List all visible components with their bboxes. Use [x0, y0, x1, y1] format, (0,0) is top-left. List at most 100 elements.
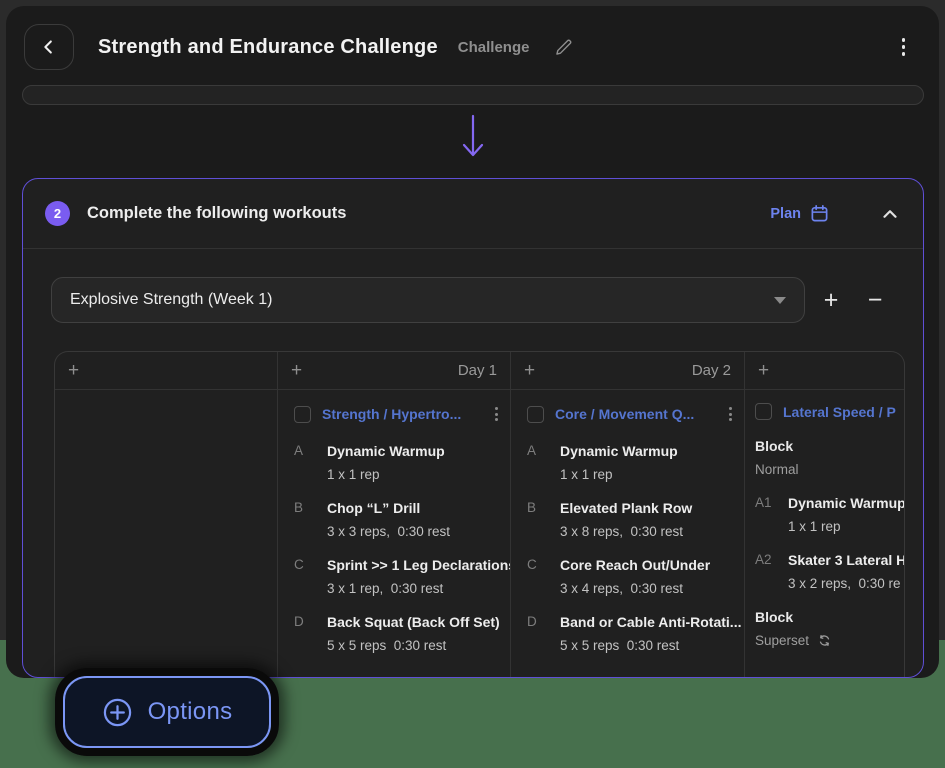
day-label: Day 2 [692, 362, 731, 379]
week-select-value: Explosive Strength (Week 1) [70, 291, 272, 309]
exercise-name: Sprint >> 1 Leg Declarations [327, 557, 510, 573]
add-week-button[interactable]: + [809, 288, 853, 313]
exercise-item[interactable]: DBand or Cable Anti-Rotati... 5 x 5 reps… [527, 614, 736, 653]
day-label: Day 1 [458, 362, 497, 379]
exercise-tag: A1 [755, 495, 788, 511]
exercise-item[interactable]: DBack Squat (Back Off Set) 5 x 5 reps 0:… [294, 614, 502, 653]
workout-checkbox[interactable] [294, 406, 311, 423]
page-title: Strength and Endurance Challenge [98, 36, 438, 59]
exercise-tag: A [527, 443, 560, 459]
workout-header: Lateral Speed / Ply [755, 403, 896, 420]
exercise-tag: C [294, 557, 327, 573]
exercise-name: Skater 3 Lateral Ho [788, 552, 904, 568]
workout-kebab-icon[interactable] [491, 403, 502, 425]
workout-header: Core / Movement Q... [527, 403, 736, 425]
block-header: Block Normal [755, 438, 896, 477]
exercise-item[interactable]: BElevated Plank Row 3 x 8 reps, 0:30 res… [527, 500, 736, 539]
chevron-left-icon [38, 36, 60, 58]
workout-title-link[interactable]: Core / Movement Q... [555, 406, 694, 422]
board-column-day3: Lateral Speed / Ply Block Normal A1Dynam… [744, 390, 904, 677]
exercise-name: Chop “L” Drill [327, 500, 420, 516]
exercise-item[interactable]: A2Skater 3 Lateral Ho 3 x 2 reps, 0:30 r… [755, 552, 896, 591]
exercise-name: Band or Cable Anti-Rotati... [560, 614, 741, 630]
workout-checkbox[interactable] [527, 406, 544, 423]
exercise-tag: A2 [755, 552, 788, 568]
exercise-tag: B [527, 500, 560, 516]
exercise-name: Core Reach Out/Under [560, 557, 710, 573]
collapse-step-button[interactable] [879, 203, 901, 225]
plan-button[interactable]: Plan [770, 204, 829, 223]
back-button[interactable] [24, 24, 74, 70]
workout-title-link[interactable]: Lateral Speed / Ply [783, 404, 896, 420]
exercise-item[interactable]: CCore Reach Out/Under 3 x 4 reps, 0:30 r… [527, 557, 736, 596]
exercise-name: Dynamic Warmup [788, 495, 904, 511]
week-selector-row: Explosive Strength (Week 1) + − [51, 277, 897, 323]
add-workout-button[interactable]: + [524, 360, 535, 382]
workout-header: Strength / Hypertro... [294, 403, 502, 425]
block-label: Block [755, 438, 896, 454]
step-title: Complete the following workouts [87, 204, 346, 223]
step-card: 2 Complete the following workouts Plan [22, 178, 924, 678]
block-header: Block Superset [755, 609, 896, 648]
exercise-detail: 1 x 1 rep [788, 519, 896, 534]
week-select-dropdown[interactable]: Explosive Strength (Week 1) [51, 277, 805, 323]
calendar-icon [810, 204, 829, 223]
exercise-detail: 3 x 1 rep, 0:30 rest [327, 581, 502, 596]
exercise-detail: 5 x 5 reps 0:30 rest [560, 638, 736, 653]
workout-title-link[interactable]: Strength / Hypertro... [322, 406, 461, 422]
exercise-detail: 3 x 8 reps, 0:30 rest [560, 524, 736, 539]
caret-down-icon [774, 297, 786, 304]
add-workout-button[interactable]: + [291, 360, 302, 382]
exercise-name: Elevated Plank Row [560, 500, 692, 516]
arrow-down-icon [460, 114, 486, 167]
chevron-up-icon [879, 203, 901, 225]
workout-checkbox[interactable] [755, 403, 772, 420]
block-label: Block [755, 609, 896, 625]
board-column-day2: Core / Movement Q... ADynamic Warmup 1 x… [510, 390, 744, 677]
options-button[interactable]: Options [63, 676, 271, 748]
exercise-item[interactable]: A1Dynamic Warmup 1 x 1 rep [755, 495, 896, 534]
exercise-detail: 3 x 3 reps, 0:30 rest [327, 524, 502, 539]
exercise-name: Dynamic Warmup [327, 443, 445, 459]
edit-pencil-icon[interactable] [553, 37, 574, 58]
challenge-type-label: Challenge [458, 39, 530, 56]
exercise-item[interactable]: ADynamic Warmup 1 x 1 rep [294, 443, 502, 482]
exercise-item[interactable]: BChop “L” Drill 3 x 3 reps, 0:30 rest [294, 500, 502, 539]
step-header: 2 Complete the following workouts Plan [23, 179, 923, 249]
exercise-item[interactable]: CSprint >> 1 Leg Declarations 3 x 1 rep,… [294, 557, 502, 596]
exercise-tag: A [294, 443, 327, 459]
exercise-detail: 1 x 1 rep [327, 467, 502, 482]
step-number-badge: 2 [45, 201, 70, 226]
options-button-highlight: Options [55, 668, 279, 756]
exercise-detail: 1 x 1 rep [560, 467, 736, 482]
remove-week-button[interactable]: − [853, 288, 897, 313]
board-header-cell: + [55, 352, 277, 390]
exercise-name: Dynamic Warmup [560, 443, 678, 459]
board-column-day1: Strength / Hypertro... ADynamic Warmup 1… [277, 390, 510, 677]
block-mode-row: Superset [755, 633, 896, 648]
board-header-cell: + Day 2 [510, 352, 744, 390]
exercise-tag: C [527, 557, 560, 573]
workout-board: + + Day 1 + Day 2 + Strength / Hy [54, 351, 905, 677]
superset-cycle-icon [817, 633, 832, 648]
app-window: Strength and Endurance Challenge Challen… [6, 6, 939, 678]
options-button-label: Options [148, 698, 233, 726]
block-mode-label: Superset [755, 633, 809, 648]
exercise-tag: B [294, 500, 327, 516]
add-workout-button[interactable]: + [758, 360, 769, 382]
board-header-cell: + [744, 352, 904, 390]
block-mode: Normal [755, 462, 896, 477]
header: Strength and Endurance Challenge Challen… [6, 6, 939, 72]
exercise-name: Back Squat (Back Off Set) [327, 614, 500, 630]
exercise-detail: 5 x 5 reps 0:30 rest [327, 638, 502, 653]
plan-label: Plan [770, 206, 801, 222]
more-menu-icon[interactable] [898, 32, 910, 62]
exercise-detail: 3 x 4 reps, 0:30 rest [560, 581, 736, 596]
exercise-item[interactable]: ADynamic Warmup 1 x 1 rep [527, 443, 736, 482]
collapsed-step-card[interactable] [22, 85, 924, 105]
workout-kebab-icon[interactable] [725, 403, 736, 425]
add-workout-button[interactable]: + [68, 360, 79, 382]
exercise-detail: 3 x 2 reps, 0:30 re [788, 576, 896, 591]
exercise-tag: D [527, 614, 560, 630]
plus-circle-icon [102, 697, 133, 728]
